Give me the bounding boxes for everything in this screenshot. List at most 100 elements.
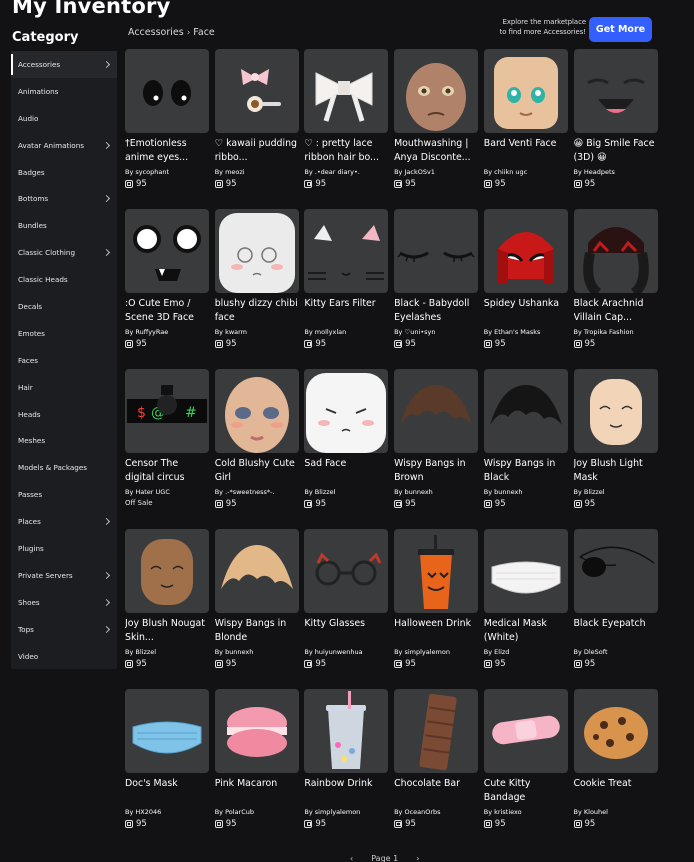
sidebar-item-places[interactable]: Places — [11, 508, 117, 535]
sidebar-item-animations[interactable]: Animations — [11, 78, 117, 105]
creator-name[interactable]: Blizzel — [315, 488, 336, 496]
creator-name[interactable]: bunnexh — [225, 648, 253, 656]
item-name[interactable]: Wispy Bangs in Blonde — [215, 617, 299, 645]
inventory-item-card[interactable]: :O Cute Emo / Scene 3D Face By RuffyyRae 9… — [125, 209, 209, 349]
inventory-item-card[interactable]: Mouthwashing | Anya Disconte... By JackOS… — [394, 49, 479, 189]
sidebar-item-meshes[interactable]: Meshes — [11, 427, 117, 454]
inventory-item-card[interactable]: Joy Blush Nougat Skin... By Blizzel 95 — [125, 529, 209, 669]
item-creator[interactable]: By Elizd — [484, 648, 568, 656]
creator-name[interactable]: Klouhel — [584, 808, 608, 816]
sidebar-item-emotes[interactable]: Emotes — [11, 320, 117, 347]
creator-name[interactable]: mollyxlan — [315, 328, 347, 336]
creator-name[interactable]: bunnexh — [494, 488, 522, 496]
bangs-blonde-icon[interactable] — [214, 529, 299, 613]
item-creator[interactable]: By DleSoft — [574, 648, 658, 656]
creator-name[interactable]: PolarCub — [225, 808, 254, 816]
item-name[interactable]: Wispy Bangs in Brown — [394, 457, 478, 485]
item-creator[interactable]: By huiyunwenhua — [304, 648, 388, 656]
item-name[interactable]: Rainbow Drink — [304, 777, 388, 805]
item-creator[interactable]: By ♡uni•syn — [394, 328, 478, 336]
sidebar-item-badges[interactable]: Badges — [11, 159, 117, 186]
inventory-item-card[interactable]: Black Arachnid Villain Cap... By Tropika … — [573, 209, 658, 349]
prev-page-icon[interactable]: ‹ — [350, 854, 353, 862]
creator-name[interactable]: Tropika Fashion — [584, 328, 634, 336]
item-name[interactable]: Bard Venti Face — [484, 137, 568, 165]
item-name[interactable]: Black Eyepatch — [574, 617, 658, 645]
creator-name[interactable]: JackOSv1 — [404, 168, 434, 176]
item-name[interactable]: Halloween Drink — [394, 617, 478, 645]
sidebar-item-shoes[interactable]: Shoes — [11, 589, 117, 616]
joy-light-icon[interactable] — [573, 369, 658, 453]
next-page-icon[interactable]: › — [416, 854, 419, 862]
creator-name[interactable]: OceanOrbs — [404, 808, 440, 816]
creator-name[interactable]: Ethan's Masks — [494, 328, 540, 336]
item-name[interactable]: Pink Macaron — [215, 777, 299, 805]
inventory-item-card[interactable]: Chocolate Bar By OceanOrbs 95 — [394, 689, 479, 829]
creator-name[interactable]: Blizzel — [135, 648, 156, 656]
inventory-item-card[interactable]: Wispy Bangs in Black By bunnexh 95 — [483, 369, 568, 509]
sidebar-item-faces[interactable]: Faces — [11, 347, 117, 374]
item-name[interactable]: blushy dizzy chibi face — [215, 297, 299, 325]
creator-name[interactable]: meozi — [225, 168, 245, 176]
item-name[interactable]: Cookie Treat — [574, 777, 658, 805]
sidebar-item-private-servers[interactable]: Private Servers — [11, 562, 117, 589]
kitty-ears-icon[interactable] — [304, 209, 389, 293]
joy-nougat-icon[interactable] — [125, 529, 209, 613]
inventory-item-card[interactable]: 😀 Big Smile Face (3D) 😀 By Headpets 95 — [573, 49, 658, 189]
inventory-item-card[interactable]: blushy dizzy chibi face By kwarm 95 — [214, 209, 299, 349]
inventory-item-card[interactable]: Rainbow Drink By simplyalemon 95 — [304, 689, 389, 829]
inventory-item-card[interactable]: ♡ kawaii pudding ribbo... By meozi 95 — [214, 49, 299, 189]
item-creator[interactable]: By .-*sweetness*-. — [215, 488, 299, 496]
breadcrumb-accessories[interactable]: Accessories — [128, 27, 184, 38]
item-creator[interactable]: By HX2046 — [125, 808, 209, 816]
venti-face-icon[interactable] — [483, 49, 568, 133]
item-creator[interactable]: By simplyalemon — [304, 808, 388, 816]
creator-name[interactable]: DleSoft — [584, 648, 608, 656]
inventory-item-card[interactable]: Pink Macaron By PolarCub 95 — [214, 689, 299, 829]
item-name[interactable]: Spidey Ushanka — [484, 297, 568, 325]
item-creator[interactable]: By kwarm — [215, 328, 299, 336]
inventory-item-card[interactable]: Doc's Mask By HX2046 95 — [125, 689, 209, 829]
get-more-button[interactable]: Get More — [589, 17, 652, 42]
emo-face-icon[interactable] — [125, 209, 209, 293]
mask-white-icon[interactable] — [483, 529, 568, 613]
item-creator[interactable]: By JackOSv1 — [394, 168, 478, 176]
item-name[interactable]: Censor The digital circus — [125, 457, 209, 485]
item-creator[interactable]: By Blizzel — [574, 488, 658, 496]
item-name[interactable]: ♡ : pretty lace ribbon hair bo... — [304, 137, 388, 165]
creator-name[interactable]: simplyalemon — [404, 648, 450, 656]
sidebar-item-decals[interactable]: Decals — [11, 293, 117, 320]
item-name[interactable]: Chocolate Bar — [394, 777, 478, 805]
item-name[interactable]: Sad Face — [304, 457, 388, 485]
item-creator[interactable]: By Tropika Fashion — [574, 328, 658, 336]
sidebar-item-classic-clothing[interactable]: Classic Clothing — [11, 239, 117, 266]
creator-name[interactable]: Hater UGC — [135, 488, 170, 496]
eyepatch-icon[interactable] — [573, 529, 658, 613]
inventory-item-card[interactable]: Sad Face By Blizzel 95 — [304, 369, 389, 509]
creator-name[interactable]: HX2046 — [135, 808, 161, 816]
big-smile-icon[interactable] — [573, 49, 658, 133]
chocolate-icon[interactable] — [394, 689, 479, 773]
macaron-icon[interactable] — [214, 689, 299, 773]
inventory-item-card[interactable]: $ @ # Censor The digital circus By Hater UGC… — [125, 369, 209, 507]
item-name[interactable]: Mouthwashing | Anya Disconte... — [394, 137, 478, 165]
creator-name[interactable]: chiikn ugc — [494, 168, 527, 176]
sad-head-icon[interactable] — [304, 369, 389, 453]
dizzy-head-icon[interactable] — [214, 209, 299, 293]
bangs-brown-icon[interactable] — [394, 369, 479, 453]
creator-name[interactable]: kwarm — [225, 328, 247, 336]
inventory-item-card[interactable]: Medical Mask (White) By Elizd 95 — [483, 529, 568, 669]
item-name[interactable]: †Emotionless anime eyes... — [125, 137, 209, 165]
item-name[interactable]: Black - Babydoll Eyelashes — [394, 297, 478, 325]
item-name[interactable]: Cold Blushy Cute Girl — [215, 457, 299, 485]
inventory-item-card[interactable]: Spidey Ushanka By Ethan's Masks 95 — [483, 209, 568, 349]
item-creator[interactable]: By Klouhel — [574, 808, 658, 816]
item-creator[interactable]: By Hater UGC — [125, 488, 209, 496]
mask-blue-icon[interactable] — [125, 689, 209, 773]
item-creator[interactable]: By Blizzel — [304, 488, 388, 496]
kitty-glasses-icon[interactable] — [304, 529, 389, 613]
sidebar-item-passes[interactable]: Passes — [11, 481, 117, 508]
item-creator[interactable]: By chiikn ugc — [484, 168, 568, 176]
creator-name[interactable]: .•dear diary•. — [315, 168, 360, 176]
sidebar-item-hair[interactable]: Hair — [11, 374, 117, 401]
